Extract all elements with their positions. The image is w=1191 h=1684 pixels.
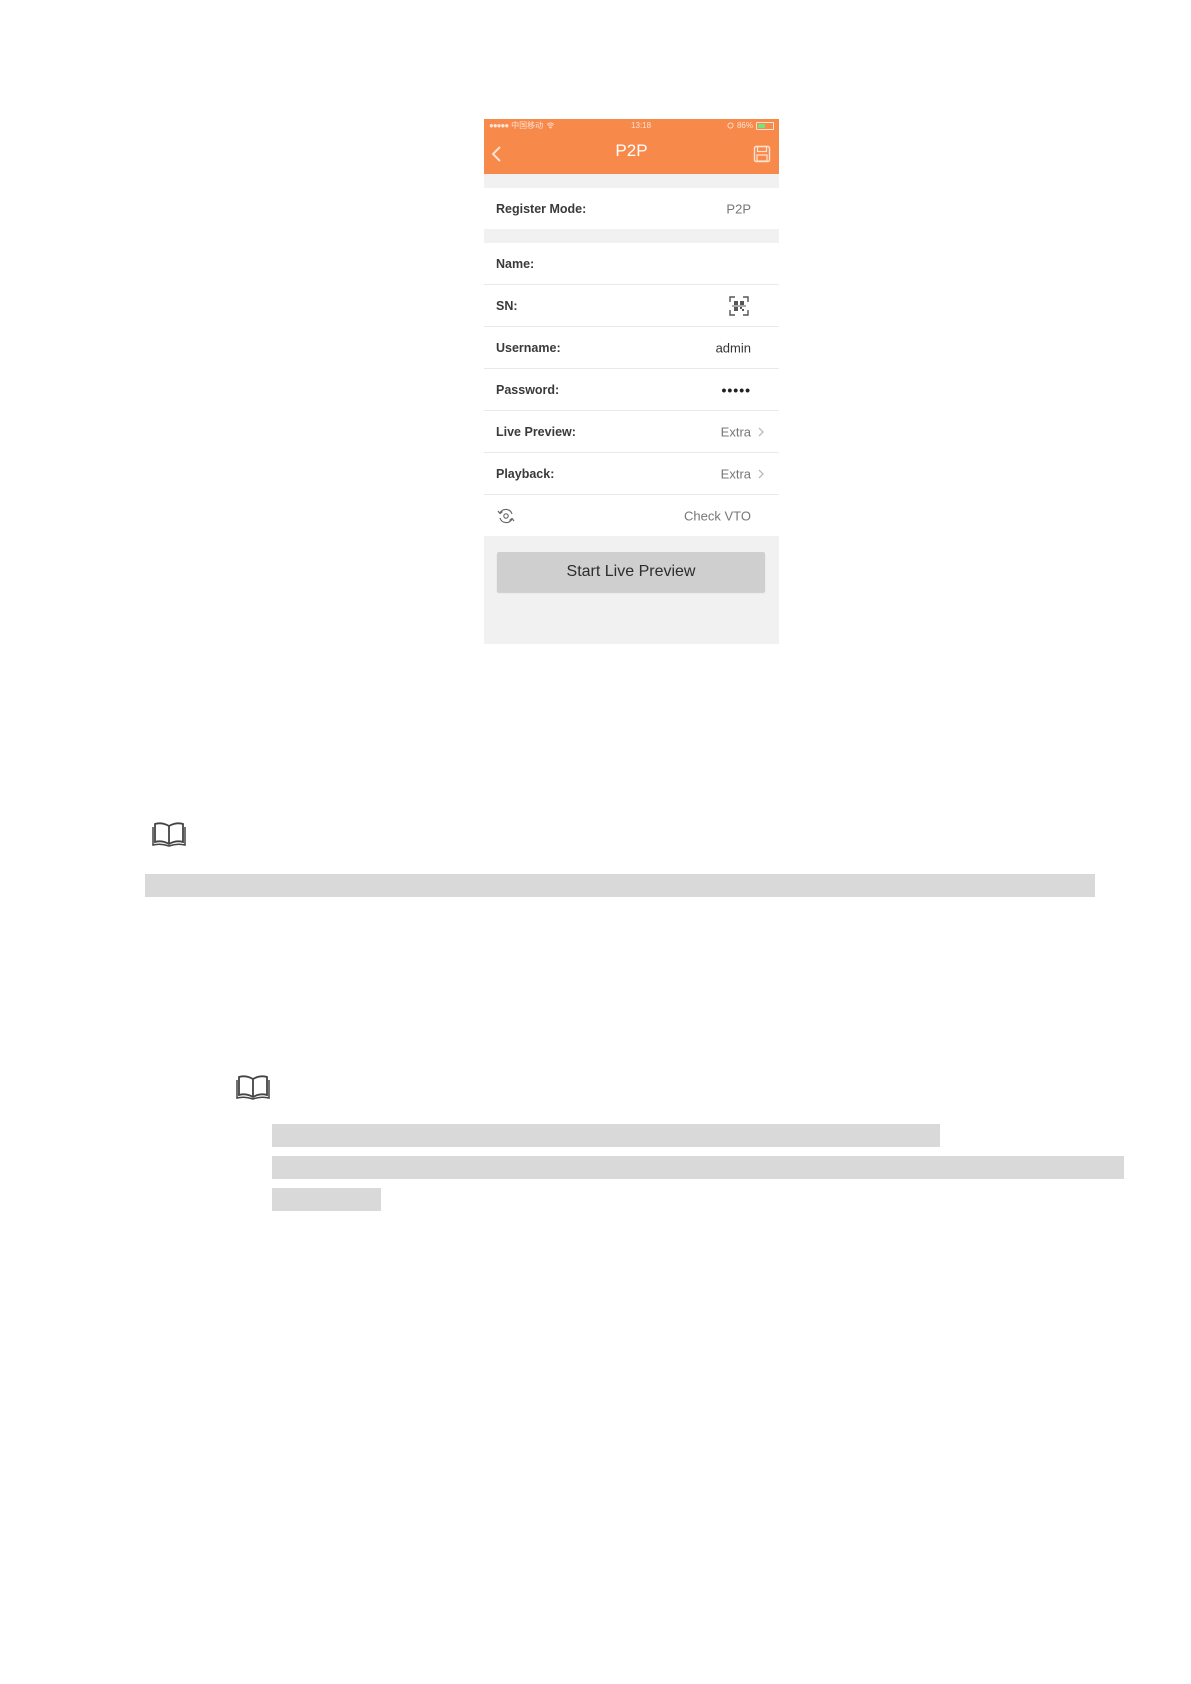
phone-screenshot: ●●●●● 中国移动 13:18 86% P2P Register Mode: … <box>484 119 779 644</box>
sn-row[interactable]: SN: <box>484 285 779 327</box>
live-preview-value: Extra <box>720 424 751 439</box>
status-time: 13:18 <box>631 121 652 130</box>
device-form-group: Name: SN: Username: admin Password: ••••… <box>484 243 779 536</box>
carrier-name: 中国移动 <box>511 121 544 130</box>
document-page: ●●●●● 中国移动 13:18 86% P2P Register Mode: … <box>0 0 1191 1684</box>
button-area: Start Live Preview <box>484 536 779 592</box>
playback-label: Playback: <box>496 466 555 481</box>
qr-scan-icon[interactable] <box>729 295 749 316</box>
playback-value: Extra <box>720 466 751 481</box>
live-preview-label: Live Preview: <box>496 424 576 439</box>
signal-dots-icon: ●●●●● <box>489 121 509 130</box>
password-label: Password: <box>496 382 560 397</box>
sn-label: SN: <box>496 298 518 313</box>
redacted-text-bar <box>272 1156 1124 1179</box>
username-label: Username: <box>496 340 561 355</box>
book-icon <box>236 1075 270 1100</box>
username-row[interactable]: Username: admin <box>484 327 779 369</box>
register-mode-row[interactable]: Register Mode: P2P <box>484 188 779 229</box>
battery-percent: 86% <box>736 121 753 130</box>
refresh-icon <box>497 508 515 523</box>
register-mode-label: Register Mode: <box>496 201 587 216</box>
username-field[interactable]: admin <box>716 340 751 355</box>
chevron-right-icon <box>758 427 764 436</box>
redacted-text-bar <box>272 1124 940 1147</box>
status-bar: ●●●●● 中国移动 13:18 86% <box>484 119 779 132</box>
location-icon <box>727 122 734 129</box>
check-vto-label[interactable]: Check VTO <box>684 508 751 523</box>
nav-bar: P2P <box>484 132 779 174</box>
register-mode-group: Register Mode: P2P <box>484 188 779 229</box>
page-title: P2P <box>615 141 648 160</box>
register-mode-value: P2P <box>726 201 751 216</box>
start-live-preview-button[interactable]: Start Live Preview <box>497 552 765 592</box>
playback-row[interactable]: Playback: Extra <box>484 453 779 495</box>
chevron-right-icon <box>758 469 764 478</box>
battery-icon <box>756 121 774 130</box>
redacted-text-bar <box>145 874 1095 897</box>
save-icon[interactable] <box>753 145 771 163</box>
redacted-text-bar <box>272 1188 381 1211</box>
password-field[interactable]: ••••• <box>721 382 751 398</box>
name-row[interactable]: Name: <box>484 243 779 285</box>
password-row[interactable]: Password: ••••• <box>484 369 779 411</box>
live-preview-row[interactable]: Live Preview: Extra <box>484 411 779 453</box>
check-vto-row[interactable]: Check VTO <box>484 495 779 536</box>
name-label: Name: <box>496 256 535 271</box>
wifi-icon <box>546 122 555 129</box>
book-icon <box>152 822 186 847</box>
